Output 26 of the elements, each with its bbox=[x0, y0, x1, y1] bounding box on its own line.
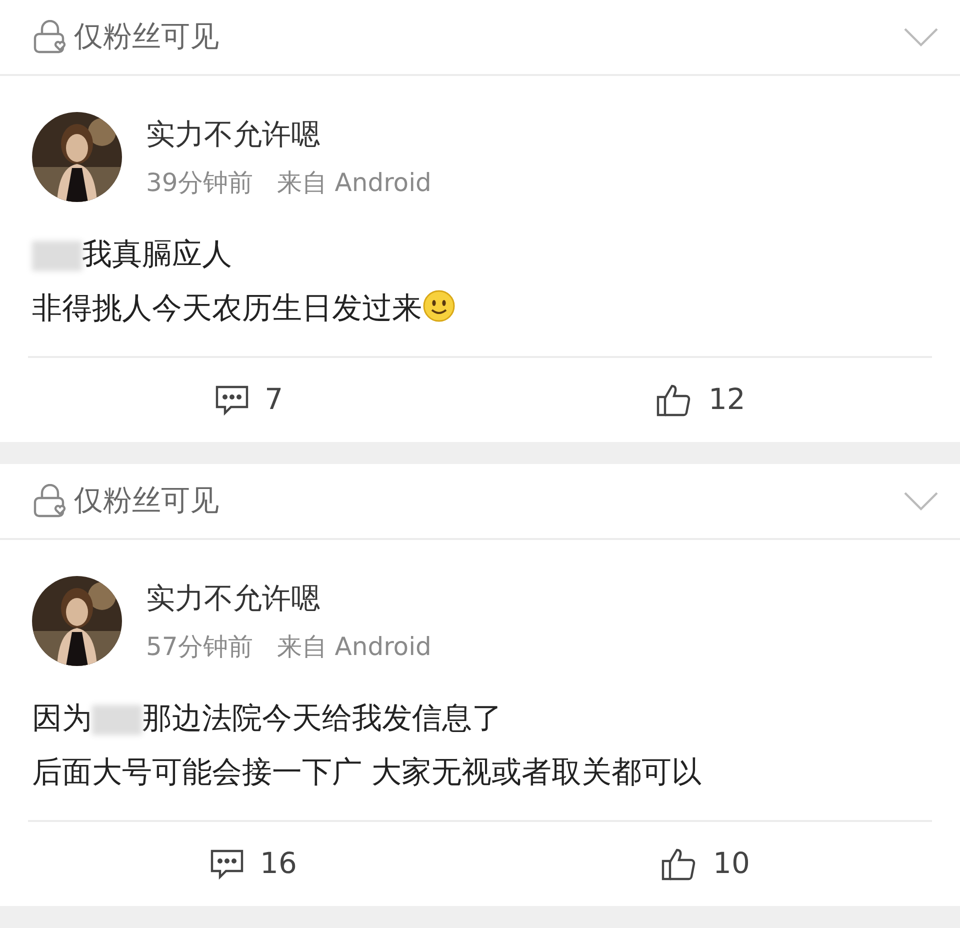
post-text: 因为 bbox=[32, 701, 92, 736]
redaction-blur bbox=[92, 704, 142, 735]
comment-button[interactable]: 7 bbox=[214, 378, 284, 422]
thumbs-up-icon bbox=[661, 847, 698, 881]
comment-icon bbox=[210, 848, 244, 880]
visibility-label: 仅粉丝可见 bbox=[74, 18, 219, 56]
post-text: 那边法院今天给我发信息了 bbox=[142, 701, 502, 736]
username[interactable]: 实力不允许嗯 bbox=[146, 112, 432, 156]
comment-button[interactable]: 16 bbox=[210, 842, 297, 886]
post-text: 后面大号可能会接一下广 大家无视或者取关都可以 bbox=[32, 755, 702, 790]
redaction-blur bbox=[32, 240, 82, 271]
post-source: 来自 Android bbox=[276, 631, 432, 663]
post-text: 我真膈应人 bbox=[82, 237, 232, 272]
post-time: 39分钟前 bbox=[146, 167, 253, 199]
visibility-label: 仅粉丝可见 bbox=[74, 482, 219, 520]
comment-icon bbox=[214, 384, 249, 416]
post-source: 来自 Android bbox=[276, 167, 432, 199]
thumbs-up-icon bbox=[656, 383, 692, 417]
like-button[interactable]: 12 bbox=[656, 378, 746, 422]
post-text: 非得挑人今天农历生日发过来 bbox=[32, 291, 422, 326]
chevron-down-icon[interactable] bbox=[904, 27, 938, 47]
post-time: 57分钟前 bbox=[146, 631, 253, 663]
chevron-down-icon[interactable] bbox=[904, 491, 938, 511]
like-button[interactable]: 10 bbox=[661, 842, 750, 886]
username[interactable]: 实力不允许嗯 bbox=[146, 576, 432, 620]
smiley-icon bbox=[422, 289, 456, 323]
